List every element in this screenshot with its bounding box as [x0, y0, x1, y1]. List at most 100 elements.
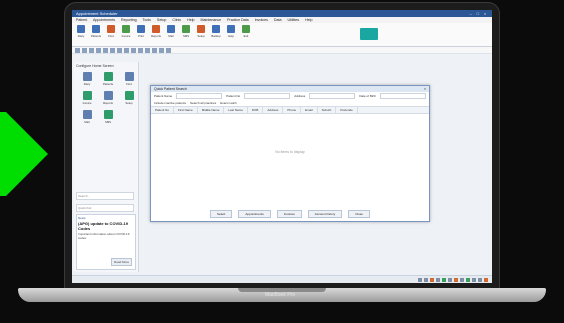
ribbon-button-help[interactable]: Help — [225, 25, 237, 44]
minimize-button[interactable]: – — [468, 10, 474, 17]
ribbon-button-reports[interactable]: Reports — [150, 25, 162, 44]
invoices-button[interactable]: Invoices — [276, 210, 302, 218]
option-checkbox[interactable]: Include inactive patients — [154, 101, 186, 105]
taskbar-icon[interactable] — [472, 277, 476, 282]
patient-name-input[interactable] — [176, 92, 223, 99]
address-input[interactable] — [309, 92, 356, 99]
chart-icon — [152, 25, 160, 33]
column-header[interactable]: Email — [301, 107, 318, 113]
menu-item[interactable]: Help — [187, 18, 194, 22]
menu-item[interactable]: Utilities — [287, 18, 299, 22]
ribbon-button-setup[interactable]: Setup — [195, 25, 207, 44]
ribbon-button-find[interactable]: Find — [105, 25, 117, 44]
tool-icon[interactable] — [152, 48, 157, 53]
taskbar-icon[interactable] — [484, 277, 488, 282]
select-button[interactable]: Select — [210, 210, 233, 218]
tool-icon[interactable] — [124, 48, 129, 53]
column-header[interactable]: Suburb — [318, 107, 337, 113]
read-more-button[interactable]: Read More — [111, 258, 132, 266]
taskbar-icon[interactable] — [448, 277, 452, 282]
column-header[interactable]: DOB — [248, 107, 264, 113]
taskbar-icon[interactable] — [466, 277, 470, 282]
search-input[interactable]: Search... — [76, 192, 134, 200]
tile-find[interactable]: Find — [120, 72, 138, 87]
disk-icon — [212, 25, 220, 33]
document-icon — [122, 25, 130, 33]
tile-reports[interactable]: Reports — [99, 91, 117, 106]
taskbar-icon[interactable] — [418, 277, 422, 282]
column-header[interactable]: Last Name — [224, 107, 248, 113]
tool-icon[interactable] — [103, 48, 108, 53]
menu-item[interactable]: Help — [305, 18, 312, 22]
message-icon — [103, 110, 113, 119]
taskbar-icon[interactable] — [430, 277, 434, 282]
taskbar-icon[interactable] — [460, 277, 464, 282]
menu-item[interactable]: Practice Data — [227, 18, 249, 22]
patient-no-input[interactable] — [244, 92, 291, 99]
tool-icon[interactable] — [159, 48, 164, 53]
taskbar-icon[interactable] — [478, 277, 482, 282]
tile-mail[interactable]: Mail — [78, 110, 96, 125]
column-header[interactable]: First Name — [174, 107, 198, 113]
tile-setup[interactable]: Setup — [120, 91, 138, 106]
tool-icon[interactable] — [89, 48, 94, 53]
menu-item[interactable]: Invoices — [255, 18, 268, 22]
close-window-button[interactable]: × — [482, 10, 488, 17]
tool-icon[interactable] — [96, 48, 101, 53]
results-grid[interactable]: No items to display — [151, 114, 429, 186]
field-label: Patient No — [226, 93, 241, 98]
column-header[interactable]: Address — [263, 107, 284, 113]
tile-sms[interactable]: SMS — [99, 110, 117, 125]
menu-item[interactable]: Patient — [76, 18, 87, 22]
account-history-button[interactable]: Account history — [307, 210, 343, 218]
close-icon — [242, 25, 250, 33]
ribbon-button-mail[interactable]: Mail — [165, 25, 177, 44]
user-icon — [92, 25, 100, 33]
tool-icon[interactable] — [75, 48, 80, 53]
menu-item[interactable]: Tools — [143, 18, 151, 22]
dialog-fields-row: Patient Name Patient No Address Date of … — [151, 92, 429, 99]
tile-patients[interactable]: Patients — [99, 72, 117, 87]
dob-input[interactable] — [380, 92, 427, 99]
appointments-button[interactable]: Appointments — [238, 210, 271, 218]
ribbon-button-diary[interactable]: Diary — [75, 25, 87, 44]
window-titlebar: Appointment Scheduler – □ × — [72, 10, 492, 17]
tile-invoice[interactable]: Invoice — [78, 91, 96, 106]
column-header[interactable]: Middle Name — [198, 107, 225, 113]
menu-item[interactable]: Reporting — [121, 18, 137, 22]
tool-icon[interactable] — [138, 48, 143, 53]
news-title[interactable]: (APG) update to COVID-19 Codes — [78, 221, 134, 231]
tool-icon[interactable] — [110, 48, 115, 53]
ribbon-button-invoice[interactable]: Invoice — [120, 25, 132, 44]
tool-icon[interactable] — [145, 48, 150, 53]
ribbon-button-patients[interactable]: Patients — [90, 25, 102, 44]
ribbon-button-exit[interactable]: Exit — [240, 25, 252, 44]
maximize-button[interactable]: □ — [475, 10, 481, 17]
menu-item[interactable]: Maintenance — [201, 18, 222, 22]
ribbon-button-backup[interactable]: Backup — [210, 25, 222, 44]
menu-item[interactable]: Clinic — [172, 18, 181, 22]
ribbon-button-print[interactable]: Print — [135, 25, 147, 44]
tool-icon[interactable] — [166, 48, 171, 53]
ribbon-button-sms[interactable]: SMS — [180, 25, 192, 44]
option-checkbox[interactable]: Exact match — [220, 101, 237, 105]
menu-item[interactable]: Setup — [157, 18, 166, 22]
tool-icon[interactable] — [131, 48, 136, 53]
quick-find-input[interactable]: Quick find — [76, 204, 134, 212]
taskbar-icon[interactable] — [424, 277, 428, 282]
tool-icon[interactable] — [117, 48, 122, 53]
taskbar-icon[interactable] — [442, 277, 446, 282]
tile-diary[interactable]: Diary — [78, 72, 96, 87]
menu-item[interactable]: Data — [274, 18, 282, 22]
column-header[interactable]: Patient No — [151, 107, 175, 113]
column-header[interactable]: Phone — [283, 107, 302, 113]
dialog-close-button[interactable]: × — [424, 86, 426, 92]
option-checkbox[interactable]: Search all practices — [190, 101, 216, 105]
menu-item[interactable]: Appointments — [93, 18, 115, 22]
taskbar-icon[interactable] — [454, 277, 458, 282]
tool-icon[interactable] — [82, 48, 87, 53]
column-header[interactable]: Postcode — [336, 107, 358, 113]
taskbar-icon[interactable] — [436, 277, 440, 282]
close-button[interactable]: Close — [348, 210, 370, 218]
home-tiles: Diary Patients Find Invoice Reports Setu… — [74, 70, 138, 127]
